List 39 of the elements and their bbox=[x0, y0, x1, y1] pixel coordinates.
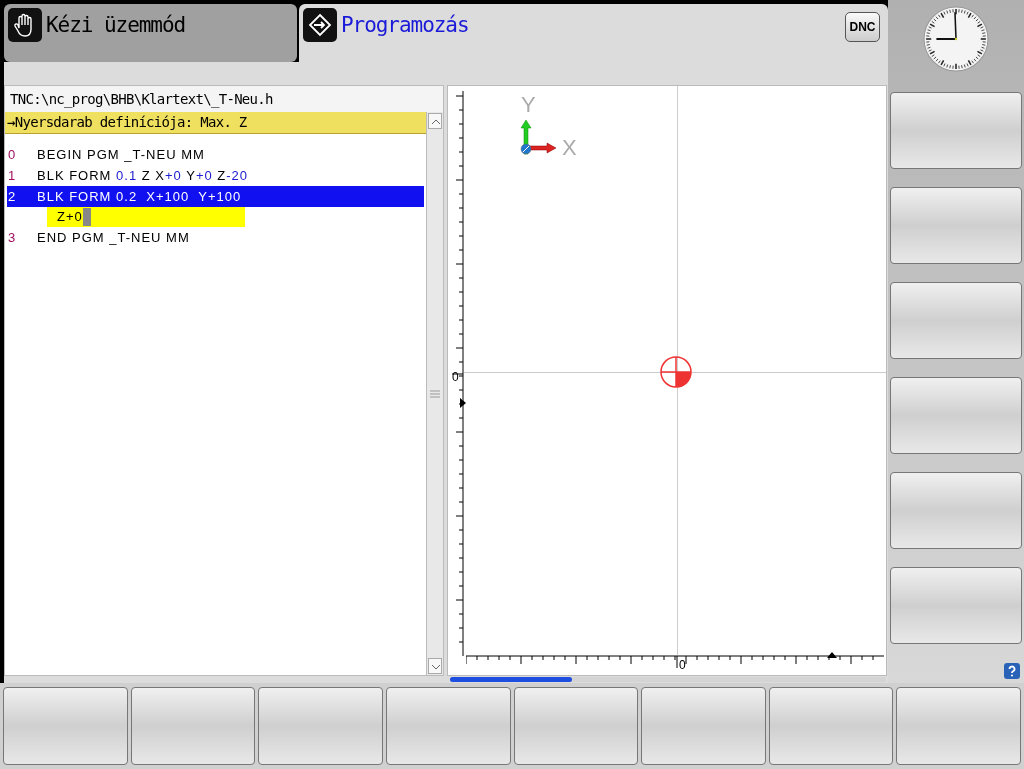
help-icon[interactable] bbox=[1004, 663, 1020, 679]
scroll-down-icon[interactable] bbox=[428, 658, 442, 674]
softkey[interactable] bbox=[890, 567, 1022, 644]
ruler-zero-label: 0 bbox=[452, 371, 459, 383]
softkey[interactable] bbox=[890, 92, 1022, 169]
program-line[interactable]: 0 BEGIN PGM _T-NEU MM bbox=[7, 144, 424, 165]
program-line[interactable]: 1 BLK FORM 0.1 Z X+0 Y+0 Z-20 bbox=[7, 165, 424, 186]
softkey[interactable] bbox=[258, 687, 383, 765]
softkey[interactable] bbox=[890, 472, 1022, 549]
hand-icon bbox=[8, 8, 42, 42]
marker-icon bbox=[827, 652, 837, 658]
program-line[interactable]: 3 END PGM _T-NEU MM bbox=[7, 227, 424, 248]
input-field[interactable]: Z+0 bbox=[47, 207, 245, 227]
scrollbar[interactable] bbox=[426, 112, 443, 675]
scroll-up-icon[interactable] bbox=[428, 113, 442, 129]
mode-tab[interactable]: Kézi üzemmód bbox=[4, 4, 297, 62]
clock-icon bbox=[923, 6, 989, 72]
softkey[interactable] bbox=[890, 187, 1022, 264]
input-value: Z+0 bbox=[57, 208, 83, 227]
mode-tab[interactable]: Programozás DNC bbox=[299, 4, 888, 62]
file-path: TNC:\nc_prog\BHB\Klartext\_T-Neu.h bbox=[5, 86, 443, 112]
grip-icon bbox=[430, 389, 440, 398]
softkey[interactable] bbox=[3, 687, 128, 765]
dialog-prompt: →Nyersdarab definíciója: Max. Z bbox=[5, 112, 426, 134]
axis-label: Y bbox=[521, 94, 536, 116]
softkey[interactable] bbox=[130, 687, 256, 765]
dnc-button[interactable]: DNC bbox=[845, 12, 880, 42]
softkey[interactable] bbox=[896, 687, 1021, 765]
softkey[interactable] bbox=[768, 687, 894, 765]
softkey[interactable] bbox=[385, 687, 511, 765]
softkey[interactable] bbox=[513, 687, 639, 765]
ruler-zero-label: 0 bbox=[679, 659, 686, 671]
axis-label: X bbox=[562, 137, 577, 159]
softkey[interactable] bbox=[890, 282, 1022, 359]
text-cursor bbox=[82, 208, 91, 226]
softkey[interactable] bbox=[890, 377, 1022, 454]
softkey[interactable] bbox=[641, 687, 766, 765]
marker-icon bbox=[460, 398, 466, 408]
datum-symbol bbox=[660, 356, 692, 388]
